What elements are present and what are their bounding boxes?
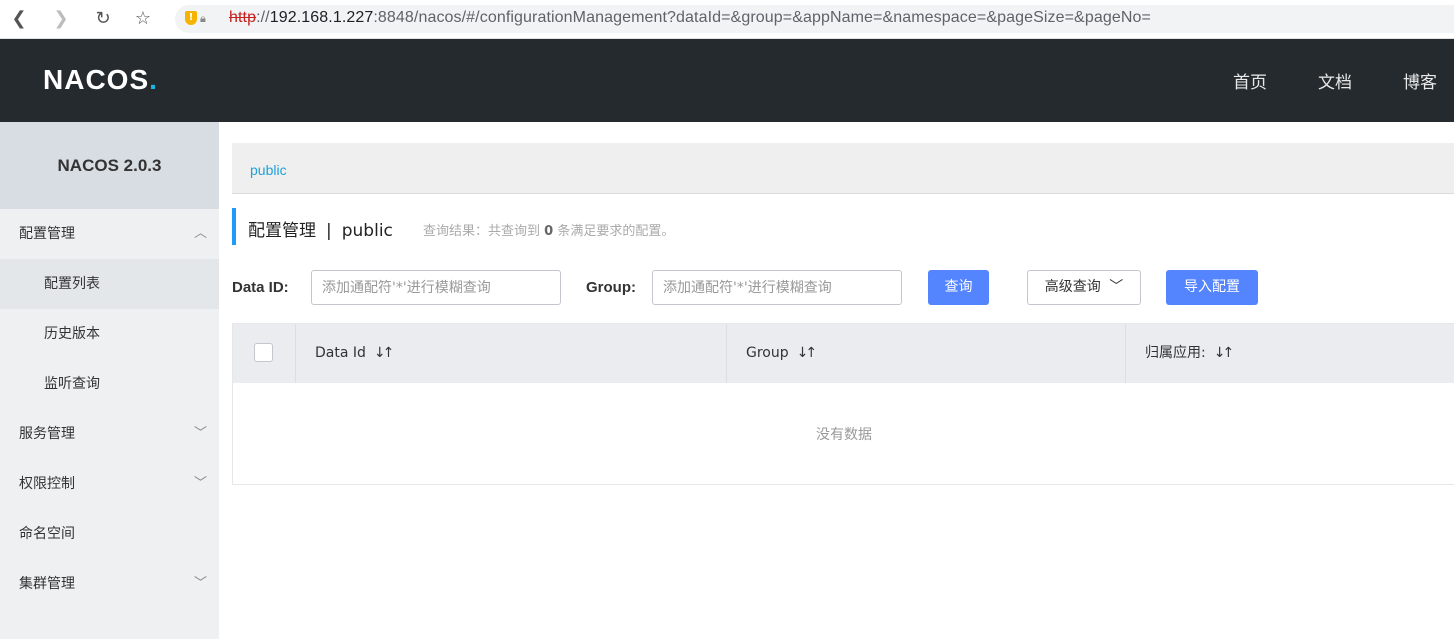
chevron-down-icon: ﹀ [193, 476, 207, 491]
summary-count: 0 [544, 224, 554, 239]
column-divider [1125, 324, 1126, 383]
sidebar-item-label: 集群管理 [19, 576, 75, 592]
sidebar-item-namespace[interactable]: 命名空间 [0, 509, 219, 559]
column-header-group[interactable]: Group ↓↑ [746, 324, 818, 383]
select-all-checkbox[interactable] [254, 343, 273, 362]
chevron-down-icon: ﹀ [193, 426, 207, 441]
sidebar-item-label: 命名空间 [19, 526, 75, 542]
url-scheme-sep: :// [256, 9, 270, 26]
table-header: Data Id ↓↑ Group ↓↑ 归属应用: ↓↑ [233, 324, 1454, 383]
page-namespace: public [341, 221, 393, 241]
sidebar: NACOS 2.0.3 配置管理 ︿ 配置列表 历史版本 监听查询 服务管理 ﹀… [0, 122, 219, 639]
chevron-up-icon: ︿ [193, 226, 207, 241]
empty-state: 没有数据 [816, 427, 872, 443]
url-text[interactable]: http://192.168.1.227:8848/nacos/#/config… [229, 9, 1151, 27]
security-warning-icon[interactable]: ! [185, 11, 197, 25]
url-scheme: http [229, 9, 257, 26]
sidebar-item-access-control[interactable]: 权限控制 ﹀ [0, 459, 219, 509]
sidebar-item-label: 监听查询 [44, 376, 100, 392]
advanced-query-label: 高级查询 [1044, 279, 1101, 295]
column-divider [295, 324, 296, 383]
column-header-data-id[interactable]: Data Id ↓↑ [315, 324, 395, 383]
page-heading: 配置管理 | public 查询结果：共查询到 0 条满足要求的配置。 [232, 208, 674, 245]
nav-blog[interactable]: 博客 [1403, 68, 1437, 93]
column-label: Data Id [315, 345, 366, 361]
back-icon[interactable]: ❮ [8, 8, 30, 30]
sidebar-item-service-management[interactable]: 服务管理 ﹀ [0, 409, 219, 459]
namespace-bar: public [232, 143, 1454, 194]
sidebar-title: NACOS 2.0.3 [0, 122, 219, 209]
nav-home[interactable]: 首页 [1233, 68, 1267, 93]
sidebar-item-listener-query[interactable]: 监听查询 [0, 359, 219, 409]
sidebar-item-label: 配置管理 [19, 226, 75, 242]
nacos-logo[interactable]: NACOS. [43, 64, 158, 96]
forward-icon[interactable]: ❯ [50, 8, 72, 30]
url-host: 192.168.1.227 [269, 9, 374, 26]
summary-suffix: 条满足要求的配置。 [557, 224, 675, 239]
address-bar[interactable]: ! 🔒︎ http://192.168.1.227:8848/nacos/#/co… [175, 5, 1454, 33]
summary-prefix: 查询结果：共查询到 [423, 224, 541, 239]
sidebar-item-label: 配置列表 [44, 276, 100, 292]
sidebar-item-config-management[interactable]: 配置管理 ︿ [0, 209, 219, 259]
url-path: :8848/nacos/#/configurationManagement?da… [373, 9, 1151, 26]
sidebar-item-label: 历史版本 [44, 326, 100, 342]
sort-icon[interactable]: ↓↑ [797, 324, 818, 383]
sidebar-item-config-list[interactable]: 配置列表 [0, 259, 219, 309]
column-label: Group [746, 345, 789, 361]
advanced-query-button[interactable]: 高级查询 ﹀ [1027, 270, 1141, 305]
logo-text: NACOS [43, 64, 150, 95]
logo-dot: . [149, 64, 158, 95]
sidebar-item-history[interactable]: 历史版本 [0, 309, 219, 359]
reload-icon[interactable]: ↻ [92, 8, 114, 30]
column-label: 归属应用: [1145, 345, 1206, 361]
namespace-link-public[interactable]: public [250, 162, 287, 178]
group-input[interactable] [652, 270, 902, 305]
nav-docs[interactable]: 文档 [1318, 68, 1352, 93]
sidebar-item-label: 权限控制 [19, 476, 75, 492]
page-title-text: 配置管理 [248, 221, 316, 241]
import-config-button[interactable]: 导入配置 [1166, 270, 1258, 305]
title-separator: | [326, 221, 332, 241]
dataid-input[interactable] [311, 270, 561, 305]
column-header-app[interactable]: 归属应用: ↓↑ [1145, 324, 1235, 383]
bookmark-star-icon[interactable]: ☆ [132, 8, 154, 30]
sort-icon[interactable]: ↓↑ [374, 324, 395, 383]
chevron-down-icon: ﹀ [1109, 279, 1124, 295]
sort-icon[interactable]: ↓↑ [1214, 324, 1235, 383]
query-button[interactable]: 查询 [928, 270, 989, 305]
insecure-lock-icon: 🔒︎ [200, 12, 206, 25]
sidebar-item-label: 服务管理 [19, 426, 75, 442]
column-divider [726, 324, 727, 383]
page-title: 配置管理 | public [248, 216, 393, 241]
top-header: NACOS. 首页 文档 博客 [0, 39, 1454, 122]
sidebar-item-cluster-management[interactable]: 集群管理 ﹀ [0, 559, 219, 609]
config-table: Data Id ↓↑ Group ↓↑ 归属应用: ↓↑ 没有数据 [232, 323, 1454, 485]
group-label: Group: [586, 279, 636, 296]
browser-toolbar: ❮ ❯ ↻ ☆ ! 🔒︎ http://192.168.1.227:8848/na… [0, 0, 1454, 39]
dataid-label: Data ID: [232, 279, 289, 296]
query-summary: 查询结果：共查询到 0 条满足要求的配置。 [423, 220, 674, 239]
chevron-down-icon: ﹀ [193, 576, 207, 591]
